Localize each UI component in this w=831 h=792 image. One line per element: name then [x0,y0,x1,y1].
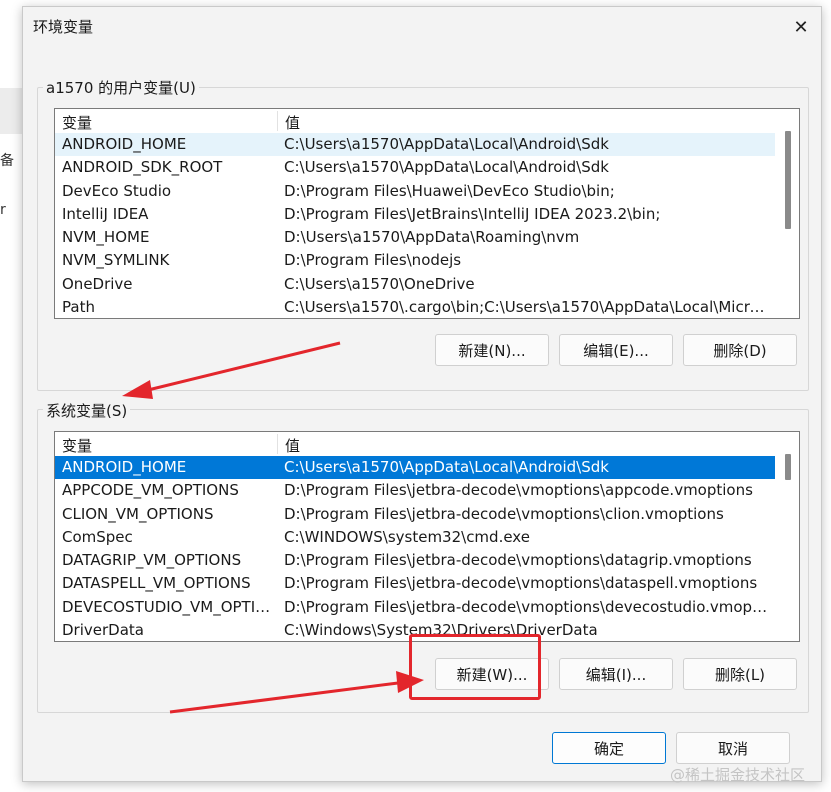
var-value: C:\Users\a1570\OneDrive [284,274,475,293]
var-value: D:\Program Files\jetbra-decode\vmoptions… [284,481,753,500]
var-value: C:\WINDOWS\system32\cmd.exe [284,527,530,546]
list-item[interactable]: ANDROID_HOME C:\Users\a1570\AppData\Local… [55,133,775,157]
var-value: C:\Users\a1570\AppData\Local\Android\Sdk [284,158,609,177]
column-separator[interactable] [277,434,278,454]
var-name: DEVECOSTUDIO_VM_OPTIO... [62,597,274,616]
user-edit-button[interactable]: 编辑(E)... [559,334,673,366]
user-new-button[interactable]: 新建(N)... [435,334,549,366]
var-value: D:\Program Files\Huawei\DevEco Studio\bi… [284,181,615,200]
var-value: D:\Program Files\jetbra-decode\vmoptions… [284,574,758,593]
list-item[interactable]: DevEco Studio D:\Program Files\Huawei\Dev… [55,180,775,203]
var-name: ANDROID_HOME [62,458,187,476]
list-item[interactable]: NVM_SYMLINK D:\Program Files\nodejs [55,249,775,272]
column-header-value[interactable]: 值 [285,112,300,133]
var-name: OneDrive [62,274,133,293]
var-value: D:\Users\a1570\AppData\Roaming\nvm [284,228,580,247]
var-name: DevEco Studio [62,181,172,200]
var-name: ANDROID_HOME [62,135,187,153]
column-separator[interactable] [277,111,278,131]
list-item[interactable]: IntelliJ IDEA D:\Program Files\JetBrains\… [55,203,775,226]
list-item[interactable]: ANDROID_SDK_ROOT C:\Users\a1570\AppData\L… [55,156,775,179]
highlight-box-annotation [409,634,541,700]
var-value: D:\Program Files\nodejs [284,251,462,270]
var-name: ANDROID_SDK_ROOT [62,158,223,177]
list-item[interactable]: CLION_VM_OPTIONS D:\Program Files\jetbra-… [55,503,775,526]
var-name: IntelliJ IDEA [62,204,149,223]
list-header: 变量 值 [55,109,775,133]
background-left-window: 备 r [0,0,22,792]
var-name: Path [62,298,95,317]
background-glyph: r [0,202,6,218]
list-item[interactable]: NVM_HOME D:\Users\a1570\AppData\Roaming\n… [55,226,775,249]
system-delete-button[interactable]: 删除(L) [683,658,797,690]
var-name: DriverData [62,621,144,640]
cancel-button[interactable]: 取消 [676,732,790,764]
list-item[interactable]: APPCODE_VM_OPTIONS D:\Program Files\jetbr… [55,479,775,502]
column-header-name[interactable]: 变量 [62,435,92,456]
var-value: C:\Users\a1570\AppData\Local\Android\Sdk [284,458,609,476]
var-value: C:\Users\a1570\.cargo\bin;C:\Users\a1570… [284,298,772,317]
var-name: DATASPELL_VM_OPTIONS [62,574,251,593]
var-name: NVM_SYMLINK [62,251,170,270]
var-value: D:\Program Files\jetbra-decode\vmoptions… [284,597,772,616]
var-name: NVM_HOME [62,228,150,247]
watermark: @稀土掘金技术社区 [670,766,806,784]
list-item[interactable]: DEVECOSTUDIO_VM_OPTIO... D:\Program Files… [55,596,775,619]
dialog-title: 环境变量 [33,18,94,36]
column-header-name[interactable]: 变量 [62,112,92,133]
system-variables-list[interactable]: 变量 值 ANDROID_HOME C:\Users\a1570\AppData\… [54,431,800,642]
var-name: APPCODE_VM_OPTIONS [62,481,239,500]
var-name: CLION_VM_OPTIONS [62,504,214,523]
background-strip [0,88,22,134]
ok-button[interactable]: 确定 [552,732,666,764]
vertical-scrollbar[interactable] [777,432,799,641]
list-item[interactable]: DATAGRIP_VM_OPTIONS D:\Program Files\jetb… [55,549,775,572]
user-delete-button[interactable]: 删除(D) [683,334,797,366]
var-value: C:\Users\a1570\AppData\Local\Android\Sdk [284,135,609,153]
user-variables-list[interactable]: 变量 值 ANDROID_HOME C:\Users\a1570\AppData\… [54,108,800,319]
var-name: DATAGRIP_VM_OPTIONS [62,551,242,570]
system-edit-button[interactable]: 编辑(I)... [559,658,673,690]
var-value: D:\Program Files\jetbra-decode\vmoptions… [284,504,724,523]
list-item[interactable]: ComSpec C:\WINDOWS\system32\cmd.exe [55,526,775,549]
system-variables-label: 系统变量(S) [43,400,131,421]
background-glyph: 备 [0,153,14,169]
list-header: 变量 值 [55,432,775,456]
vertical-scrollbar[interactable] [777,109,799,318]
scrollbar-thumb[interactable] [785,131,791,229]
scrollbar-thumb[interactable] [785,454,791,480]
var-value: D:\Program Files\jetbra-decode\vmoptions… [284,551,752,570]
close-icon[interactable]: ✕ [787,15,815,39]
var-value: D:\Program Files\JetBrains\IntelliJ IDEA… [284,204,661,223]
column-header-value[interactable]: 值 [285,435,300,456]
list-item[interactable]: DATASPELL_VM_OPTIONS D:\Program Files\jet… [55,572,775,595]
list-item-selected[interactable]: ANDROID_HOME C:\Users\a1570\AppData\Local… [55,456,775,480]
user-variables-label: a1570 的用户变量(U) [43,77,199,98]
list-item[interactable]: OneDrive C:\Users\a1570\OneDrive [55,273,775,296]
list-item[interactable]: Path C:\Users\a1570\.cargo\bin;C:\Users\a… [55,296,775,318]
var-name: ComSpec [62,527,133,546]
